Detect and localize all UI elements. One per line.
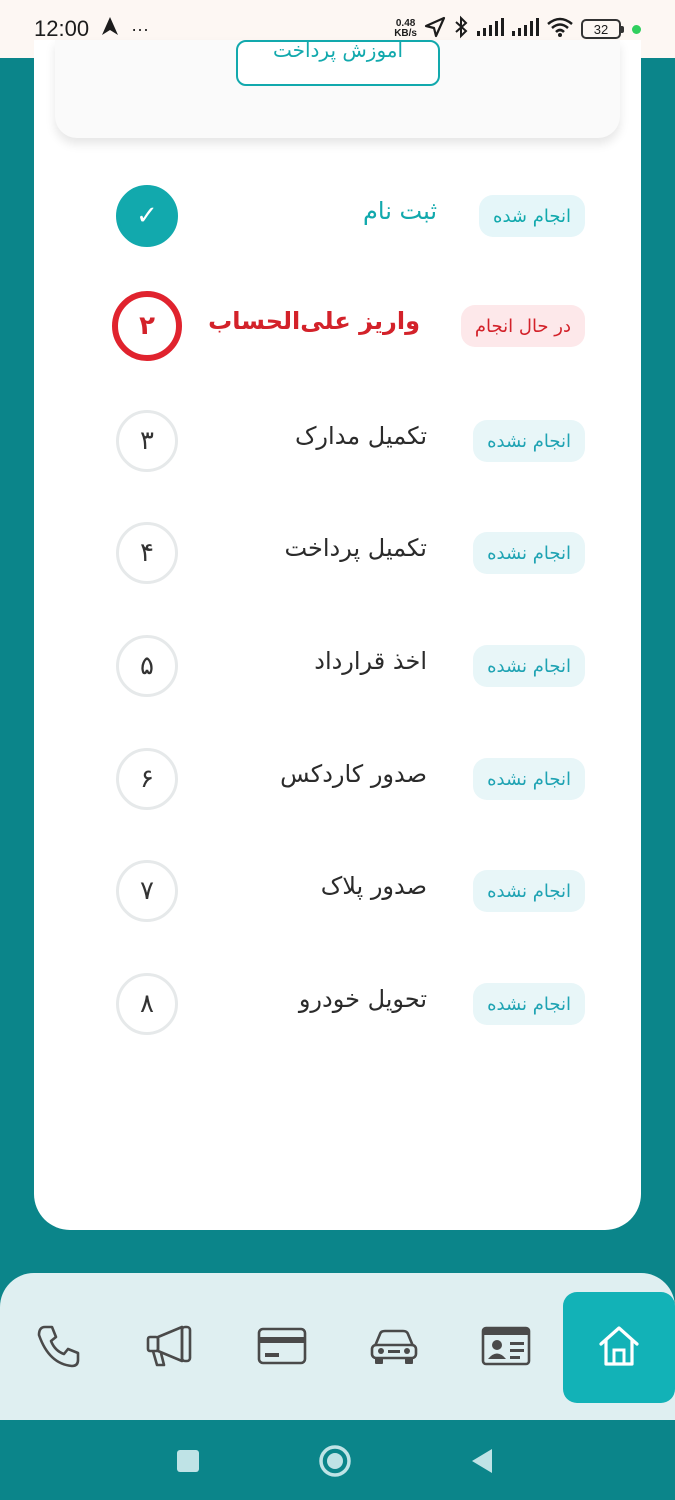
step-row: ۴ تکمیل پرداخت انجام نشده (0, 522, 675, 592)
step-row: ۸ تحویل خودرو انجام نشده (0, 973, 675, 1043)
step-status-badge: انجام نشده (473, 983, 585, 1025)
step-check-icon: ✓ (116, 185, 178, 247)
nav-phone[interactable] (2, 1293, 114, 1403)
step-title: ثبت نام (363, 197, 437, 225)
step-status-badge: انجام نشده (473, 645, 585, 687)
step-status-badge: انجام نشده (473, 532, 585, 574)
network-speed: 0.48 KB/s (394, 18, 417, 39)
step-row: ۵ اخذ قرارداد انجام نشده (0, 635, 675, 705)
signal-icon-2 (511, 17, 539, 41)
step-row: ۶ صدور کاردکس انجام نشده (0, 748, 675, 818)
car-icon (369, 1326, 419, 1370)
step-status-badge: در حال انجام (460, 305, 585, 347)
step-row: ۳ تکمیل مدارک انجام نشده (0, 410, 675, 480)
step-number: ۸ (116, 973, 178, 1035)
step-status-badge: انجام نشده (473, 758, 585, 800)
more-notifications-icon: ··· (131, 18, 150, 39)
payment-tutorial-button[interactable]: آموزش پرداخت (236, 40, 440, 86)
nav-vehicles[interactable] (338, 1293, 450, 1403)
step-title: تکمیل پرداخت (284, 534, 427, 562)
step-title: تکمیل مدارک (294, 422, 427, 450)
navigation-arrow-icon (101, 16, 119, 42)
nav-payments[interactable] (226, 1293, 338, 1403)
step-number: ۴ (116, 522, 178, 584)
bluetooth-icon (453, 15, 469, 43)
nav-home[interactable] (563, 1292, 675, 1403)
step-title: واریز علی‌الحساب (208, 307, 420, 335)
step-number: ۵ (116, 635, 178, 697)
step-status-badge: انجام نشده (473, 870, 585, 912)
credit-card-icon (257, 1327, 307, 1369)
step-title: صدور پلاک (320, 872, 427, 900)
privacy-indicator-dot (632, 24, 641, 34)
step-title: اخذ قرارداد (314, 647, 427, 675)
bottom-navigation (0, 1273, 675, 1420)
step-status-badge: انجام نشده (473, 420, 585, 462)
nav-announcements[interactable] (114, 1293, 226, 1403)
system-navigation-bar (0, 1420, 675, 1500)
step-number: ۳ (116, 410, 178, 472)
phone-icon (33, 1321, 83, 1375)
step-number: ۲ (112, 291, 182, 361)
wifi-icon (546, 16, 574, 42)
home-button[interactable] (318, 1444, 352, 1482)
step-row: ✓ ثبت نام انجام شده (0, 185, 675, 255)
step-number: ۶ (116, 748, 178, 810)
megaphone-icon (144, 1323, 196, 1373)
home-icon (597, 1324, 641, 1372)
battery-icon: 32 (581, 19, 624, 39)
location-icon (424, 16, 446, 42)
step-row: ۲ واریز علی‌الحساب در حال انجام (0, 291, 675, 365)
status-time: 12:00 (34, 16, 90, 41)
step-row: ۷ صدور پلاک انجام نشده (0, 860, 675, 930)
recent-apps-button[interactable] (176, 1449, 200, 1477)
step-title: صدور کاردکس (280, 760, 427, 788)
step-status-badge: انجام شده (479, 195, 585, 237)
back-button[interactable] (470, 1448, 494, 1478)
id-card-icon (481, 1326, 531, 1370)
step-number: ۷ (116, 860, 178, 922)
step-title: تحویل خودرو (298, 985, 427, 1013)
nav-profile[interactable] (450, 1293, 562, 1403)
signal-icon (476, 17, 504, 41)
